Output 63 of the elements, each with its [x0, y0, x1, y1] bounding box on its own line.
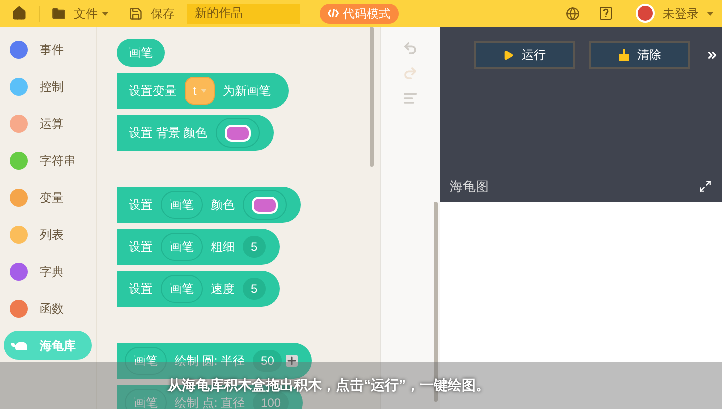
block-text: 设置 背景 颜色: [128, 125, 209, 142]
color-picker[interactable]: [243, 190, 287, 220]
fullscreen-icon[interactable]: [699, 180, 712, 193]
code-block[interactable]: 设置变量 t 为新画笔: [117, 73, 289, 109]
variable-dropdown[interactable]: t: [185, 77, 215, 105]
block-text: 设置: [128, 197, 154, 214]
file-menu[interactable]: 文件: [52, 4, 109, 22]
broom-icon: [618, 49, 630, 61]
block-dropdown[interactable]: 画笔: [125, 347, 167, 375]
category-item[interactable]: 函数: [4, 294, 92, 323]
category-item[interactable]: 事件: [4, 35, 92, 64]
category-item[interactable]: 变量: [4, 183, 92, 212]
code-block[interactable]: 设置 画笔 速度 5: [117, 271, 280, 307]
help-icon[interactable]: [600, 7, 612, 20]
run-button[interactable]: 运行: [474, 41, 575, 69]
block-text: 设置变量: [128, 83, 178, 100]
plus-icon[interactable]: [286, 355, 298, 367]
avatar[interactable]: [636, 4, 655, 23]
code-block[interactable]: 画笔 绘制 圆: 半径 50: [117, 343, 312, 379]
block-text: 画笔: [128, 45, 154, 62]
stage-title: 海龟图: [450, 178, 489, 196]
category-item[interactable]: 运算: [4, 109, 92, 138]
block-text: 设置: [128, 281, 154, 298]
category-item[interactable]: 字符串: [4, 146, 92, 175]
number-field[interactable]: 5: [243, 236, 266, 258]
code-mode-button[interactable]: 代码模式: [320, 4, 399, 24]
caret-icon: [200, 89, 207, 93]
number-field[interactable]: 100: [253, 392, 290, 409]
block-text: 速度: [210, 281, 236, 298]
folder-icon: [52, 6, 66, 20]
block-text: 绘制 点: 直径: [174, 395, 246, 409]
save-icon: [129, 6, 143, 20]
globe-icon[interactable]: [566, 6, 580, 20]
block-text: 颜色: [210, 197, 236, 214]
number-field[interactable]: 50: [253, 350, 282, 372]
code-block[interactable]: 设置 背景 颜色: [117, 115, 274, 151]
block-label[interactable]: 画笔: [117, 39, 165, 67]
category-item[interactable]: 字典: [4, 257, 92, 286]
block-text: 绘制 圆: 半径: [174, 353, 246, 370]
code-block[interactable]: 设置 画笔 颜色: [117, 187, 301, 223]
block-dropdown[interactable]: 画笔: [161, 191, 203, 219]
category-item[interactable]: 列表: [4, 220, 92, 249]
block-text: 为新画笔: [222, 83, 272, 100]
category-item[interactable]: 控制: [4, 72, 92, 101]
play-icon: [503, 48, 514, 62]
block-text: 粗细: [210, 239, 236, 256]
caret-icon: [707, 12, 714, 16]
number-field[interactable]: 5: [243, 278, 266, 300]
project-name-field[interactable]: 新的作品: [187, 4, 300, 24]
block-text: 设置: [128, 239, 154, 256]
block-dropdown[interactable]: 画笔: [161, 275, 203, 303]
user-menu[interactable]: 未登录: [663, 4, 699, 22]
turtle-icon: [10, 340, 28, 352]
clear-button[interactable]: 清除: [589, 41, 690, 69]
code-icon: [328, 9, 339, 18]
color-picker[interactable]: [216, 118, 260, 148]
block-dropdown[interactable]: 画笔: [161, 233, 203, 261]
save-button[interactable]: 保存: [129, 4, 175, 22]
code-block[interactable]: 设置 画笔 粗细 5: [117, 229, 280, 265]
block-dropdown[interactable]: 画笔: [125, 389, 167, 409]
category-item[interactable]: 海龟库: [4, 331, 92, 360]
home-icon[interactable]: [12, 6, 27, 21]
caret-icon: [102, 12, 109, 16]
